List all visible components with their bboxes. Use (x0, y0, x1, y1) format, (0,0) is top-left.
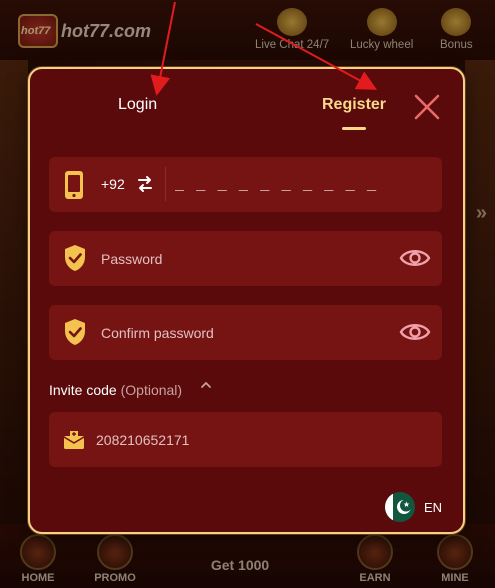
eye-icon[interactable] (399, 246, 431, 270)
pakistan-flag-icon (385, 492, 415, 522)
confirm-password-input[interactable] (101, 320, 381, 346)
shield-check-icon (65, 319, 85, 345)
active-tab-indicator (342, 127, 366, 130)
swap-icon[interactable] (137, 175, 153, 193)
envelope-icon (63, 431, 85, 449)
country-code[interactable]: +92 (101, 176, 125, 192)
confirm-password-field (49, 305, 442, 360)
chevron-up-icon[interactable] (200, 380, 212, 390)
invite-code-title: Invite code (49, 382, 117, 398)
phone-field: +92 (49, 157, 442, 212)
language-selector[interactable]: EN (385, 492, 442, 522)
language-label: EN (424, 499, 443, 515)
invite-code-field (49, 412, 442, 467)
invite-code-label[interactable]: Invite code (Optional) (49, 382, 182, 398)
shield-check-icon (65, 245, 85, 271)
password-input[interactable] (101, 246, 381, 272)
register-modal: Login Register +92 _ _ _ _ _ _ _ _ _ _ I… (28, 67, 465, 534)
password-field (49, 231, 442, 286)
tab-register[interactable]: Register (322, 96, 386, 114)
field-divider (165, 167, 166, 201)
phone-icon (65, 171, 83, 199)
tab-login[interactable]: Login (118, 96, 157, 114)
close-button[interactable] (413, 93, 441, 121)
invite-code-optional: (Optional) (120, 382, 183, 398)
close-icon (414, 94, 440, 120)
eye-icon[interactable] (399, 320, 431, 344)
phone-input[interactable] (175, 171, 425, 197)
invite-code-input[interactable] (96, 427, 376, 453)
